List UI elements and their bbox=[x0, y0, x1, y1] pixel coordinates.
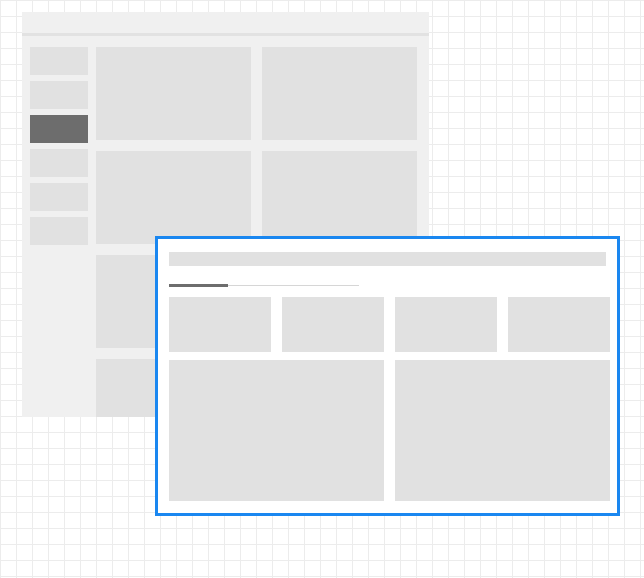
content-card bbox=[262, 47, 417, 140]
stat-tile bbox=[508, 297, 610, 352]
content-card bbox=[96, 151, 251, 244]
stat-tile bbox=[395, 297, 497, 352]
stat-tile bbox=[282, 297, 384, 352]
tab-active-indicator[interactable] bbox=[169, 284, 228, 287]
content-card bbox=[262, 151, 417, 244]
sidebar-item-2[interactable] bbox=[30, 81, 88, 109]
stat-tile bbox=[169, 297, 271, 352]
content-panel-right bbox=[395, 360, 610, 501]
content-panel-left bbox=[169, 360, 384, 501]
sidebar-item-1[interactable] bbox=[30, 47, 88, 75]
background-window-topbar bbox=[22, 12, 429, 36]
sidebar-item-3-active[interactable] bbox=[30, 115, 88, 143]
sidebar-item-4[interactable] bbox=[30, 149, 88, 177]
sidebar-item-6[interactable] bbox=[30, 217, 88, 245]
window-title-bar bbox=[169, 252, 606, 266]
content-card bbox=[96, 47, 251, 140]
sidebar-item-5[interactable] bbox=[30, 183, 88, 211]
tab-strip bbox=[169, 284, 359, 287]
selected-window[interactable] bbox=[155, 236, 620, 516]
